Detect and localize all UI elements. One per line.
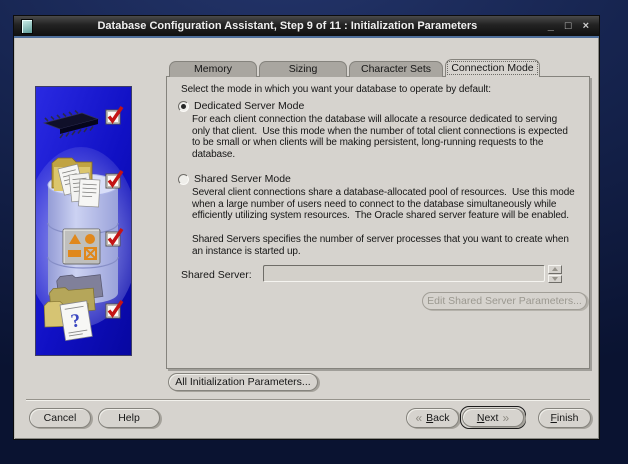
window-controls: _ □ ×: [548, 17, 589, 35]
dedicated-server-mode-label: Dedicated Server Mode: [194, 100, 304, 112]
cancel-button[interactable]: Cancel: [29, 408, 91, 428]
finish-label: Finish: [550, 412, 578, 424]
next-button-default-ring: Next »: [460, 406, 526, 429]
next-button[interactable]: Next »: [462, 408, 524, 427]
finish-button[interactable]: Finish: [538, 408, 591, 428]
footer-separator: [26, 399, 590, 401]
tab-connection-mode[interactable]: Connection Mode: [445, 59, 540, 77]
window-title: Database Configuration Assistant, Step 9…: [33, 20, 542, 32]
shared-server-input: [263, 265, 545, 282]
edit-shared-server-parameters-button: Edit Shared Server Parameters...: [422, 292, 587, 310]
tab-character-sets[interactable]: Character Sets: [349, 61, 443, 77]
minimize-icon[interactable]: _: [548, 17, 554, 35]
spinner-down-icon: [548, 275, 562, 284]
back-button[interactable]: « Back: [406, 408, 459, 428]
tab-strip: Memory Sizing Character Sets Connection …: [166, 59, 540, 77]
spinner-up-icon: [548, 265, 562, 274]
next-arrow-icon: »: [502, 413, 509, 423]
sidebar-illustration: ?: [35, 86, 132, 356]
connection-mode-panel: Select the mode in which you want your d…: [166, 76, 590, 369]
maximize-icon[interactable]: □: [565, 17, 572, 35]
tab-memory[interactable]: Memory: [169, 61, 257, 77]
help-button[interactable]: Help: [98, 408, 160, 428]
all-initialization-parameters-button[interactable]: All Initialization Parameters...: [168, 373, 318, 391]
shared-server-spinner: [548, 265, 562, 283]
next-label: Next: [477, 412, 499, 424]
titlebar[interactable]: Database Configuration Assistant, Step 9…: [14, 16, 599, 38]
close-icon[interactable]: ×: [583, 17, 589, 35]
dedicated-server-mode-radio[interactable]: Dedicated Server Mode: [178, 100, 304, 112]
schema-objects-icon: [63, 229, 100, 264]
shared-server-mode-radio[interactable]: Shared Server Mode: [178, 173, 291, 185]
back-label: Back: [426, 412, 449, 424]
radio-unselected-icon[interactable]: [178, 174, 189, 185]
window-icon[interactable]: [21, 19, 33, 34]
shared-server-field-label: Shared Server:: [181, 269, 252, 281]
back-arrow-icon: «: [415, 413, 422, 423]
shared-mode-description: Several client connections share a datab…: [192, 187, 575, 222]
radio-selected-icon[interactable]: [178, 101, 189, 112]
shared-server-mode-label: Shared Server Mode: [194, 173, 291, 185]
intro-text: Select the mode in which you want your d…: [181, 84, 491, 95]
dedicated-mode-description: For each client connection the database …: [192, 114, 568, 160]
dbca-window: Database Configuration Assistant, Step 9…: [13, 15, 600, 440]
tab-sizing[interactable]: Sizing: [259, 61, 347, 77]
desktop: { "window": { "title": "Database Configu…: [0, 0, 628, 464]
shared-servers-note: Shared Servers specifies the number of s…: [192, 234, 569, 257]
sidebar-artwork: ?: [36, 87, 131, 355]
